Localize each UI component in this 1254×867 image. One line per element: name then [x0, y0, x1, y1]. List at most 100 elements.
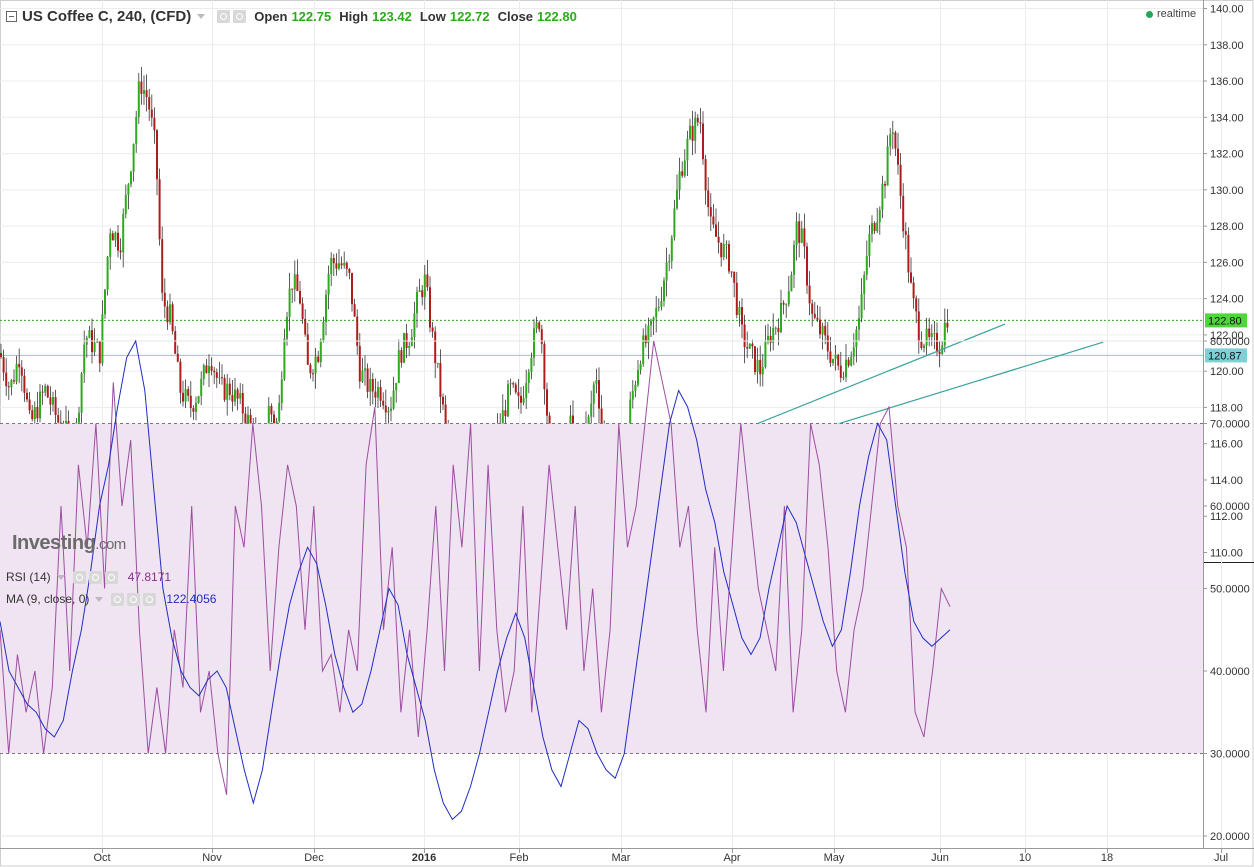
chart-title: US Coffee C, 240, (CFD): [22, 7, 192, 25]
x-tick-label: Apr: [723, 852, 740, 864]
candle-body: [748, 343, 751, 349]
candle-body: [644, 335, 647, 344]
candle-body: [873, 223, 876, 232]
candle-body: [642, 335, 645, 364]
candle-body: [358, 345, 361, 382]
y-tick-label: 126.00: [1210, 257, 1244, 269]
candle-body: [858, 318, 860, 330]
candle-body: [286, 316, 288, 339]
candle-body: [208, 366, 210, 374]
rsi-gear-icon[interactable]: [88, 570, 102, 584]
candle-body: [746, 347, 749, 349]
candle-body: [754, 346, 756, 373]
candle-body: [821, 325, 824, 335]
rsi-close-icon[interactable]: [104, 570, 118, 584]
candle-body: [140, 81, 143, 94]
rsi-y-tick-label: 60.0000: [1210, 501, 1250, 513]
candle-body: [902, 195, 905, 232]
candle-body: [161, 239, 164, 293]
candle-body: [863, 274, 866, 294]
candle-body: [18, 363, 21, 368]
candle-body: [520, 395, 522, 403]
candle-body: [104, 289, 106, 315]
candle-body: [832, 358, 834, 364]
candle-body: [910, 272, 912, 283]
candle-body: [538, 322, 541, 330]
candle-body: [166, 306, 169, 323]
settings-icon-alt[interactable]: [233, 9, 247, 23]
candle-body: [769, 335, 772, 343]
candle-body: [655, 307, 658, 318]
candle-body: [533, 328, 535, 358]
candle-body: [774, 327, 777, 329]
candle-body: [811, 303, 814, 314]
candle-body: [153, 117, 156, 131]
candle-body: [673, 208, 676, 238]
candle-body: [600, 408, 603, 425]
collapse-icon[interactable]: [6, 10, 17, 22]
candle-body: [938, 351, 941, 354]
candle-body: [127, 184, 130, 195]
rsi-y-tick-label: 70.0000: [1210, 419, 1250, 431]
ma-label: MA (9, close, 0): [6, 592, 90, 606]
candle-body: [340, 263, 343, 266]
candle-body: [842, 377, 845, 379]
candle-body: [595, 380, 598, 385]
rsi-chevron-icon[interactable]: [56, 574, 65, 580]
candle-body: [767, 335, 769, 341]
candle-body: [330, 258, 333, 274]
candle-body: [158, 179, 161, 240]
candle-body: [15, 363, 18, 382]
chart-svg: Oct Nov Dec 2016 Feb Mar Apr May Jun 10 18 Jul 110.0…: [0, 0, 1254, 867]
candle-body: [730, 271, 733, 273]
candle-body: [891, 132, 894, 135]
low-label: Low: [419, 8, 446, 24]
ma-close-icon[interactable]: [143, 592, 157, 606]
candle-body: [390, 408, 392, 411]
candle-body: [850, 356, 853, 366]
candle-body: [509, 383, 512, 385]
candle-body: [925, 328, 928, 346]
candle-body: [317, 356, 320, 362]
ma-chevron-icon[interactable]: [95, 596, 104, 602]
candle-body: [278, 402, 281, 422]
candle-body: [195, 402, 197, 412]
settings-icon[interactable]: [217, 9, 231, 23]
rsi-settings-icon[interactable]: [72, 570, 86, 584]
ma-settings-icon[interactable]: [111, 592, 125, 606]
candle-body: [824, 325, 827, 336]
candle-body: [202, 365, 205, 379]
candle-body: [145, 90, 148, 98]
candle-body: [741, 307, 743, 325]
candle-body: [111, 233, 114, 241]
candle-body: [527, 372, 530, 384]
candle-body: [717, 236, 720, 243]
candle-body: [639, 363, 642, 371]
candle-body: [101, 314, 104, 364]
y-tick-label: 112.00: [1210, 511, 1243, 523]
candle-body: [88, 330, 91, 338]
candle-body: [434, 331, 437, 364]
ma-header: MA (9, close, 0) 122.4056: [6, 591, 216, 607]
candle-body: [936, 332, 938, 352]
candle-body: [897, 148, 899, 165]
candle-body: [800, 228, 803, 243]
candle-body: [169, 304, 171, 323]
candle-body: [946, 322, 949, 328]
candle-body: [795, 221, 798, 245]
ma-gear-icon[interactable]: [127, 592, 141, 606]
candle-body: [865, 255, 868, 275]
y-tick-label: 128.00: [1210, 221, 1244, 233]
candle-body: [829, 351, 832, 364]
chevron-down-icon[interactable]: [197, 13, 206, 19]
candle-body: [335, 263, 338, 269]
candle-body: [78, 412, 80, 423]
candle-body: [839, 365, 842, 378]
candle-body: [512, 383, 515, 385]
candle-body: [837, 354, 840, 366]
candle-body: [156, 130, 158, 180]
candle-body: [696, 117, 699, 123]
y-tick-label: 110.00: [1210, 548, 1243, 560]
candle-body: [150, 109, 153, 118]
candle-body: [764, 340, 767, 368]
